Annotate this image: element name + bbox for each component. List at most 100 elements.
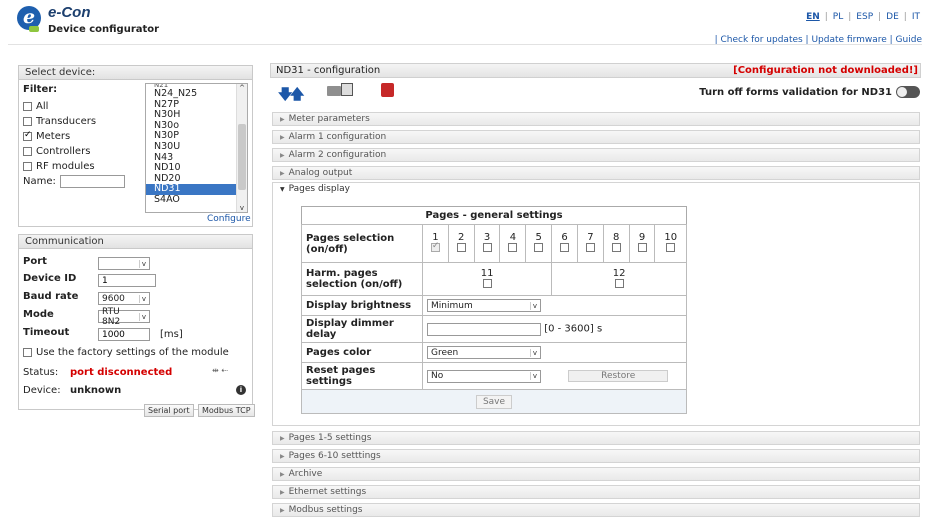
config-warning: [Configuration not downloaded!] [733, 65, 918, 76]
filter-controllers[interactable]: Controllers [23, 146, 90, 157]
page-4-checkbox[interactable] [508, 243, 518, 252]
checkbox-transducers[interactable] [23, 117, 32, 126]
device-id-label: Device ID [23, 273, 77, 284]
factory-settings-option[interactable]: Use the factory settings of the module [23, 347, 229, 358]
page-2-checkbox[interactable] [456, 243, 466, 252]
chevron-right-icon: ▶ [280, 116, 285, 123]
device-status-label: Device: [23, 385, 61, 396]
chevron-right-icon: ▶ [280, 507, 285, 514]
chevron-down-icon: ▼ [280, 186, 285, 193]
checkbox-all[interactable] [23, 102, 32, 111]
restore-button[interactable]: Restore [568, 370, 669, 382]
section-pages-display[interactable]: ▼ Pages display [280, 184, 350, 194]
brightness-select[interactable]: Minimum v [427, 299, 541, 312]
scroll-down-icon[interactable]: v [237, 204, 247, 212]
page-10-checkbox[interactable] [666, 243, 676, 252]
section-analog-output[interactable]: ▶ Analog output [272, 166, 920, 180]
page-4-cell: 4 [499, 224, 527, 263]
toggle-switch[interactable] [896, 86, 920, 98]
baud-rate-select[interactable]: 9600 v [98, 292, 150, 305]
chevron-right-icon: ▶ [280, 152, 285, 159]
page-6-checkbox[interactable] [560, 243, 570, 252]
page-7-checkbox[interactable] [585, 243, 595, 252]
checkbox-rf-modules[interactable] [23, 162, 32, 171]
tab-modbus-tcp[interactable]: Modbus TCP [198, 404, 255, 417]
device-list-scrollbar[interactable]: ^ v [236, 84, 247, 212]
filter-label: Filter: [23, 84, 58, 95]
upload-arrow-icon[interactable]: 🡅 [290, 84, 304, 108]
brightness-label: Display brightness [301, 295, 423, 316]
lang-en[interactable]: EN [806, 12, 820, 22]
page-9-checkbox[interactable] [637, 243, 647, 252]
open-folder-icon[interactable] [327, 86, 341, 96]
section-ethernet[interactable]: ▶ Ethernet settings [272, 485, 920, 499]
pages-color-select[interactable]: Green v [427, 346, 541, 359]
lang-de[interactable]: DE [886, 12, 899, 22]
page-12-checkbox[interactable] [614, 278, 624, 288]
save-button[interactable]: Save [476, 394, 512, 409]
chevron-down-icon: v [138, 259, 146, 268]
communication-title: Communication [19, 235, 252, 249]
page-11-checkbox[interactable] [482, 278, 492, 288]
device-item[interactable]: N24_N25 [146, 88, 247, 100]
lang-esp[interactable]: ESP [856, 12, 873, 22]
scroll-up-icon[interactable]: ^ [237, 84, 247, 92]
validation-toggle-label: Turn off forms validation for ND31 [699, 87, 892, 98]
device-item[interactable]: N30U [146, 141, 247, 153]
pages-selection-label: Pages selection (on/off) [301, 224, 423, 263]
port-select[interactable]: v [98, 257, 150, 270]
chevron-down-icon: v [529, 301, 537, 310]
filter-rf-modules[interactable]: RF modules [23, 161, 95, 172]
device-list[interactable]: N21 N24_N25 N27P N30H N30o N30P N30U N43… [145, 83, 248, 213]
dimmer-delay-input[interactable] [427, 322, 541, 336]
save-file-icon[interactable] [341, 83, 353, 96]
device-item[interactable]: S4AO [146, 194, 247, 206]
app-subtitle: Device configurator [48, 24, 160, 35]
section-meter-parameters[interactable]: ▶ Meter parameters [272, 112, 920, 126]
chevron-down-icon: v [529, 348, 537, 357]
page-8-cell: 8 [602, 224, 630, 263]
reset-pages-select[interactable]: No v [427, 369, 541, 383]
timeout-input[interactable] [98, 328, 150, 341]
section-pages-6-10[interactable]: ▶ Pages 6-10 setttings [272, 449, 920, 463]
page-2-cell: 2 [447, 224, 475, 263]
chevron-right-icon: ▶ [280, 435, 285, 442]
filter-all[interactable]: All [23, 101, 48, 112]
name-filter-input[interactable] [59, 175, 125, 188]
page-8-checkbox[interactable] [611, 243, 621, 252]
checkbox-controllers[interactable] [23, 147, 32, 156]
timeout-label: Timeout [23, 327, 70, 338]
configure-link[interactable]: Configure [207, 214, 251, 224]
baud-rate-label: Baud rate [23, 291, 79, 302]
mode-select[interactable]: RTU 8N2 v [98, 307, 150, 327]
lang-it[interactable]: IT [912, 12, 920, 22]
page-5-checkbox[interactable] [534, 243, 544, 252]
tab-serial-port[interactable]: Serial port [144, 404, 194, 417]
section-pages-1-5[interactable]: ▶ Pages 1-5 settings [272, 431, 920, 445]
chevron-down-icon: v [529, 372, 537, 380]
scroll-thumb[interactable] [238, 124, 246, 190]
info-icon[interactable]: i [236, 385, 246, 395]
section-archive[interactable]: ▶ Archive [272, 467, 920, 481]
page-1-cell: 1 [422, 224, 449, 263]
language-switcher: EN | PL | ESP | DE | IT [806, 12, 920, 22]
pdf-icon[interactable] [381, 83, 394, 97]
checkbox-meters[interactable] [23, 130, 32, 141]
chevron-right-icon: ▶ [280, 489, 285, 496]
status-value: port disconnected [70, 367, 173, 378]
section-alarm-2[interactable]: ▶ Alarm 2 configuration [272, 148, 920, 162]
device-id-input[interactable] [98, 274, 156, 287]
filter-meters[interactable]: Meters [23, 130, 70, 142]
page-1-checkbox[interactable] [430, 241, 440, 252]
chevron-right-icon: ▶ [280, 453, 285, 460]
page-6-cell: 6 [551, 224, 578, 263]
page-7-cell: 7 [576, 224, 604, 263]
port-label: Port [23, 256, 47, 267]
lang-pl[interactable]: PL [833, 12, 843, 22]
filter-transducers[interactable]: Transducers [23, 116, 96, 127]
page-3-checkbox[interactable] [482, 243, 492, 252]
section-alarm-1[interactable]: ▶ Alarm 1 configuration [272, 130, 920, 144]
factory-settings-checkbox[interactable] [23, 348, 32, 357]
page-5-cell: 5 [525, 224, 553, 263]
chevron-right-icon: ▶ [280, 170, 285, 177]
